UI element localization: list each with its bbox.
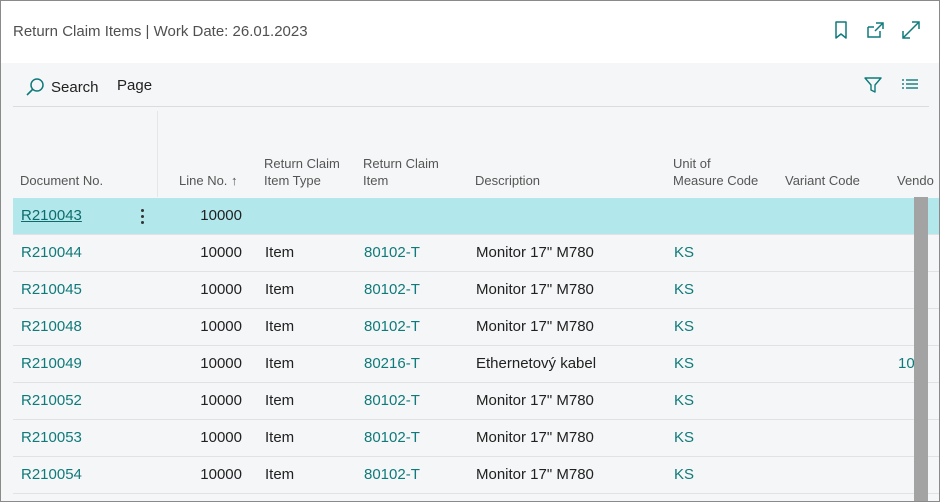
table-row[interactable]: R210053 10000 Item 80102-T Monitor 17" M… [13, 420, 939, 457]
table-row[interactable]: R210045 10000 Item 80102-T Monitor 17" M… [13, 272, 939, 309]
line-no-cell: 10000 [200, 466, 242, 483]
uom-link[interactable]: KS [674, 355, 694, 372]
line-no-cell: 10000 [200, 207, 242, 224]
header-line-no[interactable]: Line No. ↑ [179, 172, 238, 189]
bookmark-icon[interactable] [830, 19, 852, 41]
header-uom[interactable]: Unit of Measure Code [673, 155, 758, 189]
open-in-new-window-icon[interactable] [864, 19, 886, 41]
filter-icon[interactable] [862, 74, 884, 96]
uom-link[interactable]: KS [674, 429, 694, 446]
line-no-cell: 10000 [200, 429, 242, 446]
item-link[interactable]: 80102-T [364, 281, 420, 298]
header-description[interactable]: Description [475, 172, 540, 189]
search-label: Search [51, 78, 99, 96]
header-uom-line1: Unit of [673, 156, 711, 171]
title-bar: Return Claim Items | Work Date: 26.01.20… [1, 1, 939, 63]
document-no-link[interactable]: R210053 [21, 429, 82, 446]
page-frame: Return Claim Items | Work Date: 26.01.20… [0, 0, 940, 502]
table-row[interactable]: R210054 10000 Item 80102-T Monitor 17" M… [13, 457, 939, 494]
search-button[interactable]: Search [25, 77, 99, 97]
table-row[interactable]: R210044 10000 Item 80102-T Monitor 17" M… [13, 235, 939, 272]
list-area: Search Page Document No. Line No. ↑ Retu… [1, 63, 939, 501]
document-no-link[interactable]: R210052 [21, 392, 82, 409]
search-icon [26, 78, 44, 96]
item-link[interactable]: 80102-T [364, 466, 420, 483]
header-item-line2: Item [363, 173, 389, 188]
row-actions-icon[interactable] [135, 205, 149, 227]
item-type-cell: Item [265, 281, 295, 298]
table-row[interactable]: R210043 10000 [13, 198, 939, 235]
description-cell: Monitor 17" M780 [476, 318, 594, 335]
header-vendor[interactable]: Vendo [897, 172, 934, 189]
description-cell: Monitor 17" M780 [476, 429, 594, 446]
uom-link[interactable]: KS [674, 318, 694, 335]
uom-link[interactable]: KS [674, 392, 694, 409]
description-cell: Monitor 17" M780 [476, 392, 594, 409]
document-no-link[interactable]: R210049 [21, 355, 82, 372]
uom-link[interactable]: KS [674, 281, 694, 298]
item-link[interactable]: 80102-T [364, 429, 420, 446]
line-no-cell: 10000 [200, 318, 242, 335]
action-bar: Search Page [13, 63, 929, 107]
item-type-cell: Item [265, 244, 295, 261]
page-title: Return Claim Items | Work Date: 26.01.20… [13, 23, 308, 40]
description-cell: Ethernetový kabel [476, 355, 597, 372]
header-item-type-line2: Item Type [264, 173, 321, 188]
data-grid: Document No. Line No. ↑ Return Claim Item… [13, 107, 939, 501]
header-line-no-label: Line No. [179, 173, 228, 188]
column-divider [157, 111, 158, 197]
header-document-no[interactable]: Document No. [20, 172, 103, 189]
item-link[interactable]: 80216-T [364, 355, 420, 372]
description-cell: Monitor 17" M780 [476, 244, 594, 261]
item-type-cell: Item [265, 355, 295, 372]
header-item[interactable]: Return Claim Item [363, 155, 439, 189]
page-menu-button[interactable]: Page [117, 77, 152, 94]
item-type-cell: Item [265, 466, 295, 483]
uom-link[interactable]: KS [674, 466, 694, 483]
item-type-cell: Item [265, 318, 295, 335]
item-link[interactable]: 80102-T [364, 244, 420, 261]
line-no-cell: 10000 [200, 281, 242, 298]
item-type-cell: Item [265, 429, 295, 446]
document-no-link[interactable]: R210048 [21, 318, 82, 335]
page-label: Page [117, 77, 153, 94]
header-variant-code[interactable]: Variant Code [785, 172, 860, 189]
line-no-cell: 10000 [200, 244, 242, 261]
line-no-cell: 10000 [200, 392, 242, 409]
uom-link[interactable]: KS [674, 244, 694, 261]
expand-icon[interactable] [900, 19, 922, 41]
item-type-cell: Item [265, 392, 295, 409]
item-link[interactable]: 80102-T [364, 392, 420, 409]
table-row[interactable]: R210052 10000 Item 80102-T Monitor 17" M… [13, 383, 939, 420]
header-item-type-line1: Return Claim [264, 156, 340, 171]
header-uom-line2: Measure Code [673, 173, 759, 188]
vertical-scrollbar[interactable] [914, 197, 928, 501]
grid-header: Document No. Line No. ↑ Return Claim Item… [13, 107, 939, 198]
description-cell: Monitor 17" M780 [476, 466, 594, 483]
table-row[interactable]: R210049 10000 Item 80216-T Ethernetový k… [13, 346, 939, 383]
table-row[interactable]: R210048 10000 Item 80102-T Monitor 17" M… [13, 309, 939, 346]
line-no-cell: 10000 [200, 355, 242, 372]
list-view-icon[interactable] [899, 74, 921, 96]
header-item-type[interactable]: Return Claim Item Type [264, 155, 340, 189]
document-no-link[interactable]: R210044 [21, 244, 82, 261]
document-no-link[interactable]: R210043 [21, 207, 82, 224]
item-link[interactable]: 80102-T [364, 318, 420, 335]
document-no-link[interactable]: R210054 [21, 466, 82, 483]
description-cell: Monitor 17" M780 [476, 281, 594, 298]
header-item-line1: Return Claim [363, 156, 439, 171]
vendor-link[interactable]: 10 [898, 355, 915, 372]
document-no-link[interactable]: R210045 [21, 281, 82, 298]
sort-ascending-icon: ↑ [231, 173, 238, 188]
